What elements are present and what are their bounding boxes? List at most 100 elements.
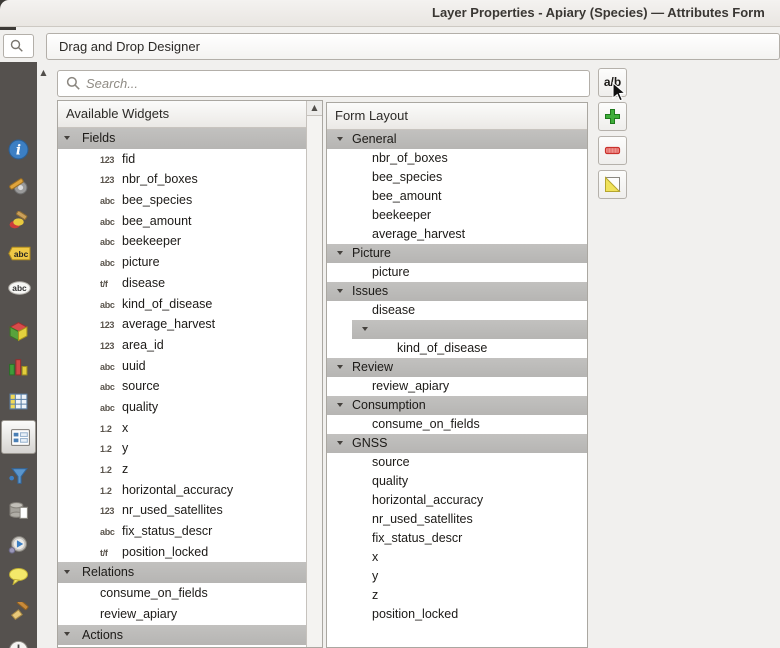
plus-icon (604, 112, 621, 129)
chevron-down-icon[interactable] (337, 289, 343, 293)
widget-item[interactable]: 1.2y (58, 438, 307, 459)
widget-item[interactable]: 1.2z (58, 459, 307, 480)
sidebar-item-joins[interactable] (0, 459, 37, 493)
widget-item[interactable]: 123area_id (58, 335, 307, 356)
widget-item[interactable]: review_apiary (58, 604, 307, 625)
widget-item[interactable]: abcpicture (58, 252, 307, 273)
widget-item[interactable]: 123nbr_of_boxes (58, 169, 307, 190)
form-item[interactable]: disease (327, 301, 587, 320)
field-type-icon: 123 (100, 170, 122, 191)
widget-group-fields[interactable]: Fields (58, 128, 307, 149)
form-item[interactable]: bee_amount (327, 187, 587, 206)
widget-item[interactable]: abcbee_species (58, 190, 307, 211)
available-widgets-header: Available Widgets (58, 101, 307, 128)
sidebar-item-source[interactable] (0, 169, 37, 203)
form-item[interactable]: picture (327, 263, 587, 282)
sidebar-item-temporal[interactable] (0, 634, 37, 648)
available-widgets-scrollbar[interactable]: ▲ (306, 101, 322, 647)
form-group-review[interactable]: Review (327, 358, 587, 377)
sidebar-item-rendering[interactable] (0, 596, 37, 630)
form-item[interactable]: x (327, 548, 587, 567)
chevron-down-icon[interactable] (337, 251, 343, 255)
widget-item-label: source (122, 379, 160, 393)
form-item[interactable]: kind_of_disease (327, 339, 587, 358)
chevron-down-icon[interactable] (362, 327, 368, 331)
field-type-icon: t/f (100, 274, 122, 295)
form-group-issues[interactable]: Issues (327, 282, 587, 301)
form-item[interactable]: review_apiary (327, 377, 587, 396)
widget-item-label: disease (122, 276, 165, 290)
widget-item[interactable]: 1.2x (58, 418, 307, 439)
invert-selection-button[interactable] (598, 170, 627, 199)
chevron-down-icon[interactable] (64, 136, 70, 140)
form-item[interactable]: bee_species (327, 168, 587, 187)
sidebar-item-labels[interactable]: abc (0, 240, 37, 274)
form-item[interactable]: average_harvest (327, 225, 587, 244)
widget-item[interactable]: abcbee_amount (58, 211, 307, 232)
form-item[interactable]: source (327, 453, 587, 472)
sidebar-item-actions[interactable] (0, 528, 37, 562)
sidebar-item-fields[interactable] (0, 385, 37, 419)
chevron-down-icon[interactable] (337, 403, 343, 407)
form-item[interactable]: z (327, 586, 587, 605)
sidebar-item-3d-view[interactable] (0, 315, 37, 349)
form-editor-selector[interactable]: Drag and Drop Designer (46, 33, 780, 60)
field-type-icon: abc (100, 357, 122, 378)
sidebar-item-masks[interactable]: abc (0, 274, 37, 308)
form-item[interactable]: consume_on_fields (327, 415, 587, 434)
sidebar-item-diagrams[interactable] (0, 350, 37, 384)
sidebar-item-auxiliary-storage[interactable] (0, 494, 37, 528)
field-type-icon: 123 (100, 336, 122, 357)
scroll-up-icon[interactable]: ▲ (307, 101, 322, 116)
sidebar-item-symbology[interactable] (0, 205, 37, 239)
widget-item[interactable]: 123average_harvest (58, 314, 307, 335)
form-item[interactable]: fix_status_descr (327, 529, 587, 548)
form-group-consumption[interactable]: Consumption (327, 396, 587, 415)
widget-item[interactable]: 123nr_used_satellites (58, 500, 307, 521)
chevron-down-icon[interactable] (337, 441, 343, 445)
widget-item[interactable]: 123fid (58, 149, 307, 170)
widget-group-actions[interactable]: Actions (58, 625, 307, 646)
widget-item[interactable]: abcsource (58, 376, 307, 397)
remove-item-button[interactable] (598, 136, 627, 165)
chevron-down-icon[interactable] (337, 137, 343, 141)
sidebar-item-attributes-form[interactable] (1, 420, 36, 454)
form-group-picture[interactable]: Picture (327, 244, 587, 263)
field-type-icon: abc (100, 522, 122, 543)
widget-item[interactable]: abckind_of_disease (58, 294, 307, 315)
widget-group-relations[interactable]: Relations (58, 562, 307, 583)
field-type-icon: abc (100, 295, 122, 316)
form-item[interactable]: nbr_of_boxes (327, 149, 587, 168)
widget-item[interactable]: abcbeekeeper (58, 231, 307, 252)
widget-item[interactable]: abcfix_status_descr (58, 521, 307, 542)
form-item[interactable]: horizontal_accuracy (327, 491, 587, 510)
search-input[interactable] (86, 72, 586, 95)
sidebar-item-display[interactable] (0, 561, 37, 595)
widget-item[interactable]: abcquality (58, 397, 307, 418)
form-item-label: z (372, 588, 378, 602)
form-item[interactable]: y (327, 567, 587, 586)
form-group-gnss[interactable]: GNSS (327, 434, 587, 453)
chevron-down-icon[interactable] (337, 365, 343, 369)
chevron-down-icon[interactable] (64, 570, 70, 574)
widget-item[interactable]: t/fposition_locked (58, 542, 307, 563)
widget-item-label: review_apiary (100, 607, 177, 621)
window-titlebar: Layer Properties - Apiary (Species) — At… (0, 0, 780, 27)
widget-item[interactable]: consume_on_fields (58, 583, 307, 604)
form-group-unnamed[interactable] (352, 320, 587, 339)
form-item[interactable]: nr_used_satellites (327, 510, 587, 529)
properties-search-box[interactable] (3, 34, 34, 58)
form-item[interactable]: beekeeper (327, 206, 587, 225)
sidebar-scroll-up-button[interactable]: ▲ (36, 66, 51, 79)
form-group-general[interactable]: General (327, 130, 587, 149)
widget-item-label: picture (122, 255, 160, 269)
widget-item[interactable]: 1.2horizontal_accuracy (58, 480, 307, 501)
widget-item[interactable]: abcuuid (58, 356, 307, 377)
widget-item[interactable]: t/fdisease (58, 273, 307, 294)
form-item[interactable]: position_locked (327, 605, 587, 624)
form-item[interactable]: quality (327, 472, 587, 491)
widget-item-label: bee_amount (122, 214, 192, 228)
sidebar-item-information[interactable]: i (0, 133, 37, 167)
form-item-label: beekeeper (372, 208, 431, 222)
chevron-down-icon[interactable] (64, 632, 70, 636)
